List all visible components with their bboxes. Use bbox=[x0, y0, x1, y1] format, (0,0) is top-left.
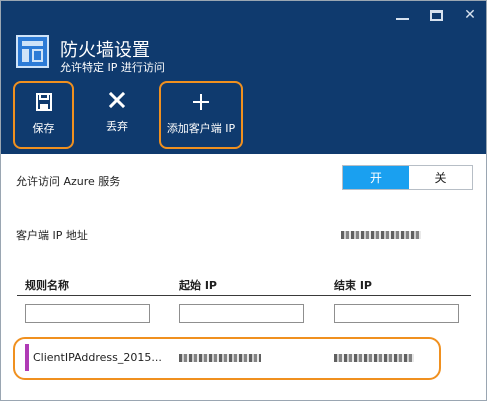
rule-name-cell: ClientIPAddress_2015... bbox=[33, 351, 162, 364]
save-label: 保存 bbox=[32, 122, 55, 135]
table-header-divider bbox=[17, 295, 471, 296]
close-icon: ✕ bbox=[464, 7, 476, 23]
minimize-button[interactable] bbox=[394, 8, 410, 22]
client-ip-label: 客户端 IP 地址 bbox=[16, 229, 88, 242]
azure-access-label: 允许访问 Azure 服务 bbox=[16, 175, 121, 188]
column-header-rule-name: 规则名称 bbox=[25, 279, 69, 292]
plus-icon bbox=[161, 92, 241, 118]
row-selection-marker bbox=[25, 344, 29, 371]
save-button[interactable]: 保存 bbox=[13, 81, 74, 149]
page-subtitle: 允许特定 IP 进行访问 bbox=[60, 61, 165, 74]
client-ip-value-redacted bbox=[341, 231, 421, 239]
end-ip-input[interactable] bbox=[334, 304, 459, 323]
maximize-button[interactable] bbox=[428, 8, 444, 22]
firewall-blade-icon bbox=[16, 35, 49, 68]
minimize-icon bbox=[395, 18, 409, 20]
column-header-end-ip: 结束 IP bbox=[334, 279, 372, 292]
window-controls: ✕ bbox=[394, 8, 478, 22]
firewall-settings-window: ✕ 防火墙设置 允许特定 IP 进行访问 保存 丢弃 添加客户端 IP 允许访问… bbox=[0, 0, 487, 401]
toggle-on-option[interactable]: 开 bbox=[343, 166, 409, 189]
start-ip-cell-redacted bbox=[179, 354, 261, 362]
discard-label: 丢弃 bbox=[106, 120, 128, 133]
maximize-icon bbox=[429, 9, 443, 21]
add-client-ip-button[interactable]: 添加客户端 IP bbox=[159, 81, 243, 149]
blade-header: ✕ 防火墙设置 允许特定 IP 进行访问 保存 丢弃 添加客户端 IP bbox=[1, 1, 486, 154]
save-icon bbox=[15, 92, 72, 118]
close-button[interactable]: ✕ bbox=[462, 8, 478, 22]
discard-icon bbox=[88, 90, 146, 116]
column-header-start-ip: 起始 IP bbox=[179, 279, 217, 292]
start-ip-input[interactable] bbox=[179, 304, 304, 323]
toggle-off-option[interactable]: 关 bbox=[409, 166, 472, 189]
discard-button[interactable]: 丢弃 bbox=[88, 81, 146, 149]
azure-access-toggle[interactable]: 开 关 bbox=[342, 165, 473, 190]
add-client-ip-label: 添加客户端 IP bbox=[166, 122, 236, 135]
end-ip-cell-redacted bbox=[334, 354, 414, 362]
rule-name-input[interactable] bbox=[25, 304, 150, 323]
